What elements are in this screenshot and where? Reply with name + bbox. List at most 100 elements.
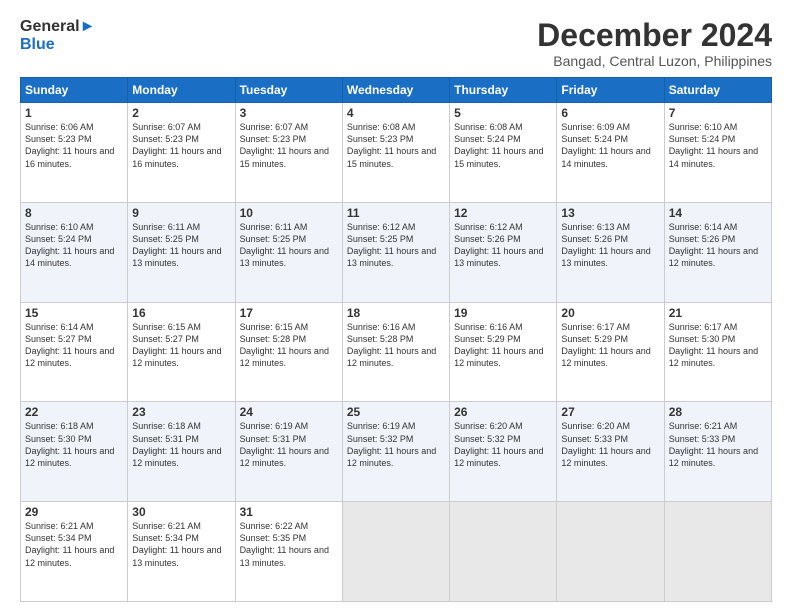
day-number: 21 — [669, 306, 767, 320]
calendar-cell: 5Sunrise: 6:08 AMSunset: 5:24 PMDaylight… — [450, 103, 557, 203]
calendar-cell: 19Sunrise: 6:16 AMSunset: 5:29 PMDayligh… — [450, 302, 557, 402]
calendar-cell: 1Sunrise: 6:06 AMSunset: 5:23 PMDaylight… — [21, 103, 128, 203]
day-number: 27 — [561, 405, 659, 419]
day-info: Sunrise: 6:20 AMSunset: 5:32 PMDaylight:… — [454, 420, 552, 469]
day-info: Sunrise: 6:07 AMSunset: 5:23 PMDaylight:… — [132, 121, 230, 170]
calendar-cell: 2Sunrise: 6:07 AMSunset: 5:23 PMDaylight… — [128, 103, 235, 203]
calendar-week-3: 15Sunrise: 6:14 AMSunset: 5:27 PMDayligh… — [21, 302, 772, 402]
calendar-cell: 6Sunrise: 6:09 AMSunset: 5:24 PMDaylight… — [557, 103, 664, 203]
calendar-cell: 17Sunrise: 6:15 AMSunset: 5:28 PMDayligh… — [235, 302, 342, 402]
day-number: 5 — [454, 106, 552, 120]
calendar-cell: 31Sunrise: 6:22 AMSunset: 5:35 PMDayligh… — [235, 502, 342, 602]
day-number: 4 — [347, 106, 445, 120]
logo-line2: Blue — [20, 36, 95, 54]
calendar-cell — [557, 502, 664, 602]
col-sunday: Sunday — [21, 78, 128, 103]
day-number: 2 — [132, 106, 230, 120]
day-number: 20 — [561, 306, 659, 320]
calendar-week-4: 22Sunrise: 6:18 AMSunset: 5:30 PMDayligh… — [21, 402, 772, 502]
day-info: Sunrise: 6:15 AMSunset: 5:28 PMDaylight:… — [240, 321, 338, 370]
day-info: Sunrise: 6:09 AMSunset: 5:24 PMDaylight:… — [561, 121, 659, 170]
calendar-cell: 4Sunrise: 6:08 AMSunset: 5:23 PMDaylight… — [342, 103, 449, 203]
day-info: Sunrise: 6:17 AMSunset: 5:29 PMDaylight:… — [561, 321, 659, 370]
day-info: Sunrise: 6:16 AMSunset: 5:29 PMDaylight:… — [454, 321, 552, 370]
calendar-week-1: 1Sunrise: 6:06 AMSunset: 5:23 PMDaylight… — [21, 103, 772, 203]
calendar-cell — [664, 502, 771, 602]
subtitle: Bangad, Central Luzon, Philippines — [537, 53, 772, 69]
day-number: 28 — [669, 405, 767, 419]
calendar-cell: 22Sunrise: 6:18 AMSunset: 5:30 PMDayligh… — [21, 402, 128, 502]
calendar-cell: 12Sunrise: 6:12 AMSunset: 5:26 PMDayligh… — [450, 202, 557, 302]
calendar-cell: 28Sunrise: 6:21 AMSunset: 5:33 PMDayligh… — [664, 402, 771, 502]
col-friday: Friday — [557, 78, 664, 103]
calendar-cell: 3Sunrise: 6:07 AMSunset: 5:23 PMDaylight… — [235, 103, 342, 203]
day-info: Sunrise: 6:14 AMSunset: 5:27 PMDaylight:… — [25, 321, 123, 370]
calendar-cell: 14Sunrise: 6:14 AMSunset: 5:26 PMDayligh… — [664, 202, 771, 302]
calendar-cell: 15Sunrise: 6:14 AMSunset: 5:27 PMDayligh… — [21, 302, 128, 402]
calendar-cell: 10Sunrise: 6:11 AMSunset: 5:25 PMDayligh… — [235, 202, 342, 302]
calendar-cell: 9Sunrise: 6:11 AMSunset: 5:25 PMDaylight… — [128, 202, 235, 302]
day-number: 23 — [132, 405, 230, 419]
day-number: 18 — [347, 306, 445, 320]
calendar-week-5: 29Sunrise: 6:21 AMSunset: 5:34 PMDayligh… — [21, 502, 772, 602]
day-number: 31 — [240, 505, 338, 519]
day-info: Sunrise: 6:11 AMSunset: 5:25 PMDaylight:… — [132, 221, 230, 270]
day-number: 30 — [132, 505, 230, 519]
calendar-cell: 21Sunrise: 6:17 AMSunset: 5:30 PMDayligh… — [664, 302, 771, 402]
day-number: 8 — [25, 206, 123, 220]
day-info: Sunrise: 6:19 AMSunset: 5:32 PMDaylight:… — [347, 420, 445, 469]
day-number: 11 — [347, 206, 445, 220]
calendar-cell: 26Sunrise: 6:20 AMSunset: 5:32 PMDayligh… — [450, 402, 557, 502]
calendar-week-2: 8Sunrise: 6:10 AMSunset: 5:24 PMDaylight… — [21, 202, 772, 302]
header: General► Blue December 2024 Bangad, Cent… — [20, 18, 772, 69]
calendar-cell: 30Sunrise: 6:21 AMSunset: 5:34 PMDayligh… — [128, 502, 235, 602]
calendar-cell: 7Sunrise: 6:10 AMSunset: 5:24 PMDaylight… — [664, 103, 771, 203]
col-monday: Monday — [128, 78, 235, 103]
calendar-cell: 23Sunrise: 6:18 AMSunset: 5:31 PMDayligh… — [128, 402, 235, 502]
calendar-cell: 24Sunrise: 6:19 AMSunset: 5:31 PMDayligh… — [235, 402, 342, 502]
day-info: Sunrise: 6:08 AMSunset: 5:24 PMDaylight:… — [454, 121, 552, 170]
day-number: 25 — [347, 405, 445, 419]
logo: General► Blue — [20, 18, 95, 54]
calendar-cell: 13Sunrise: 6:13 AMSunset: 5:26 PMDayligh… — [557, 202, 664, 302]
day-number: 10 — [240, 206, 338, 220]
day-number: 19 — [454, 306, 552, 320]
page: General► Blue December 2024 Bangad, Cent… — [0, 0, 792, 612]
day-number: 3 — [240, 106, 338, 120]
day-number: 14 — [669, 206, 767, 220]
day-info: Sunrise: 6:10 AMSunset: 5:24 PMDaylight:… — [25, 221, 123, 270]
day-number: 17 — [240, 306, 338, 320]
title-block: December 2024 Bangad, Central Luzon, Phi… — [537, 18, 772, 69]
day-number: 6 — [561, 106, 659, 120]
day-number: 16 — [132, 306, 230, 320]
logo-line1: General► — [20, 18, 95, 36]
col-tuesday: Tuesday — [235, 78, 342, 103]
calendar-cell: 27Sunrise: 6:20 AMSunset: 5:33 PMDayligh… — [557, 402, 664, 502]
main-title: December 2024 — [537, 18, 772, 53]
day-info: Sunrise: 6:11 AMSunset: 5:25 PMDaylight:… — [240, 221, 338, 270]
calendar-cell — [342, 502, 449, 602]
calendar-cell — [450, 502, 557, 602]
day-info: Sunrise: 6:16 AMSunset: 5:28 PMDaylight:… — [347, 321, 445, 370]
day-info: Sunrise: 6:12 AMSunset: 5:26 PMDaylight:… — [454, 221, 552, 270]
day-info: Sunrise: 6:20 AMSunset: 5:33 PMDaylight:… — [561, 420, 659, 469]
day-info: Sunrise: 6:13 AMSunset: 5:26 PMDaylight:… — [561, 221, 659, 270]
col-saturday: Saturday — [664, 78, 771, 103]
calendar-cell: 8Sunrise: 6:10 AMSunset: 5:24 PMDaylight… — [21, 202, 128, 302]
day-number: 24 — [240, 405, 338, 419]
day-number: 22 — [25, 405, 123, 419]
calendar-header-row: Sunday Monday Tuesday Wednesday Thursday… — [21, 78, 772, 103]
day-info: Sunrise: 6:07 AMSunset: 5:23 PMDaylight:… — [240, 121, 338, 170]
day-info: Sunrise: 6:17 AMSunset: 5:30 PMDaylight:… — [669, 321, 767, 370]
day-number: 13 — [561, 206, 659, 220]
calendar-cell: 20Sunrise: 6:17 AMSunset: 5:29 PMDayligh… — [557, 302, 664, 402]
day-number: 29 — [25, 505, 123, 519]
col-wednesday: Wednesday — [342, 78, 449, 103]
day-info: Sunrise: 6:18 AMSunset: 5:30 PMDaylight:… — [25, 420, 123, 469]
day-number: 26 — [454, 405, 552, 419]
day-info: Sunrise: 6:19 AMSunset: 5:31 PMDaylight:… — [240, 420, 338, 469]
calendar-cell: 18Sunrise: 6:16 AMSunset: 5:28 PMDayligh… — [342, 302, 449, 402]
day-number: 9 — [132, 206, 230, 220]
calendar-cell: 16Sunrise: 6:15 AMSunset: 5:27 PMDayligh… — [128, 302, 235, 402]
day-info: Sunrise: 6:08 AMSunset: 5:23 PMDaylight:… — [347, 121, 445, 170]
